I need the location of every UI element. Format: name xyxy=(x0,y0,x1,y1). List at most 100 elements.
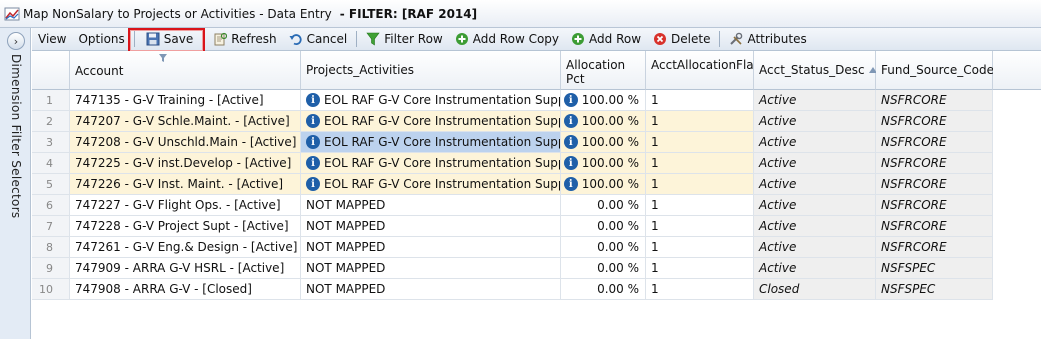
account-cell[interactable]: 747225 - G-V inst.Develop - [Active] xyxy=(70,153,301,174)
row-number-cell: 1 xyxy=(32,90,70,111)
info-icon[interactable]: i xyxy=(306,177,320,191)
table-row[interactable]: 5 747226 - G-V Inst. Maint. - [Active] i EO… xyxy=(32,174,1041,195)
fund-source-code-cell-text: NSFSPEC xyxy=(881,282,936,296)
save-button[interactable]: Save xyxy=(138,29,207,50)
delete-button[interactable]: Delete xyxy=(647,29,716,50)
acct-status-desc-cell-text: Active xyxy=(759,240,797,254)
projects-activities-cell[interactable]: i EOL RAF G-V Core Instrumentation Suppo xyxy=(301,174,561,195)
info-icon[interactable]: i xyxy=(306,114,320,128)
add-row-button[interactable]: Add Row xyxy=(565,29,647,50)
info-icon[interactable]: i xyxy=(563,135,578,149)
allocation-pct-cell[interactable]: i 100.00 % xyxy=(561,132,646,153)
allocation-pct-cell[interactable]: 0.00 % xyxy=(561,279,646,300)
projects-activities-cell[interactable]: NOT MAPPED xyxy=(301,258,561,279)
account-cell[interactable]: 747227 - G-V Flight Ops. - [Active] xyxy=(70,195,301,216)
account-cell[interactable]: 747909 - ARRA G-V HSRL - [Active] xyxy=(70,258,301,279)
column-header-projects-activities[interactable]: Projects_Activities xyxy=(301,51,561,90)
fund-source-code-cell: NSFRCORE xyxy=(876,174,993,195)
allocation-pct-cell[interactable]: 0.00 % xyxy=(561,258,646,279)
projects-activities-cell[interactable]: i EOL RAF G-V Core Instrumentation Suppo xyxy=(301,132,561,153)
acct-allocation-flag-cell[interactable]: 1 xyxy=(646,216,754,237)
table-row[interactable]: 3 747208 - G-V Unschld.Main - [Active] i EO… xyxy=(32,132,1041,153)
allocation-pct-cell[interactable]: 0.00 % xyxy=(561,216,646,237)
acct-allocation-flag-cell[interactable]: 1 xyxy=(646,111,754,132)
projects-activities-cell[interactable]: NOT MAPPED xyxy=(301,237,561,258)
info-icon[interactable]: i xyxy=(306,93,320,107)
info-icon[interactable]: i xyxy=(306,135,320,149)
column-header-account[interactable]: Account xyxy=(70,51,301,90)
acct-allocation-flag-cell[interactable]: 1 xyxy=(646,279,754,300)
refresh-button[interactable]: Refresh xyxy=(207,29,282,50)
table-row[interactable]: 1 747135 - G-V Training - [Active] i EOL RA… xyxy=(32,90,1041,111)
projects-activities-cell[interactable]: i EOL RAF G-V Core Instrumentation Suppo xyxy=(301,90,561,111)
acct-allocation-flag-cell[interactable]: 1 xyxy=(646,237,754,258)
acct-allocation-flag-cell[interactable]: 1 xyxy=(646,195,754,216)
projects-activities-cell-text: EOL RAF G-V Core Instrumentation Suppo xyxy=(324,114,561,128)
acct-allocation-flag-cell[interactable]: 1 xyxy=(646,258,754,279)
projects-activities-cell[interactable]: NOT MAPPED xyxy=(301,279,561,300)
side-panel-label[interactable]: Dimension Filter Selectors xyxy=(9,54,23,218)
options-label: Options xyxy=(78,32,125,46)
account-cell[interactable]: 747261 - G-V Eng.& Design - [Active] xyxy=(70,237,301,258)
account-cell-text: 747228 - G-V Project Supt - [Active] xyxy=(75,219,289,233)
account-cell[interactable]: 747208 - G-V Unschld.Main - [Active] xyxy=(70,132,301,153)
table-row[interactable]: 4 747225 - G-V inst.Develop - [Active] i EO… xyxy=(32,153,1041,174)
account-cell[interactable]: 747908 - ARRA G-V - [Closed] xyxy=(70,279,301,300)
acct-allocation-flag-cell[interactable]: 1 xyxy=(646,174,754,195)
projects-activities-cell[interactable]: i EOL RAF G-V Core Instrumentation Suppo xyxy=(301,111,561,132)
acct-allocation-flag-cell[interactable]: 1 xyxy=(646,90,754,111)
info-icon[interactable]: i xyxy=(306,156,320,170)
allocation-pct-cell[interactable]: i 100.00 % xyxy=(561,174,646,195)
title-bar: Map NonSalary to Projects or Activities … xyxy=(0,0,1041,28)
filter-row-button[interactable]: Filter Row xyxy=(360,29,449,50)
acct-allocation-flag-cell[interactable]: 1 xyxy=(646,132,754,153)
projects-activities-cell[interactable]: NOT MAPPED xyxy=(301,195,561,216)
row-number-cell: 7 xyxy=(32,216,70,237)
filter-indicator-icon xyxy=(159,54,167,62)
allocation-pct-cell[interactable]: i 100.00 % xyxy=(561,90,646,111)
row-number-cell: 4 xyxy=(32,153,70,174)
table-row[interactable]: 2 747207 - G-V Schle.Maint. - [Active] i EO… xyxy=(32,111,1041,132)
table-row[interactable]: 10 747908 - ARRA G-V - [Closed] NOT MAPPED… xyxy=(32,279,1041,300)
view-menu[interactable]: View xyxy=(32,29,72,50)
allocation-pct-cell[interactable]: i 100.00 % xyxy=(561,153,646,174)
projects-activities-cell[interactable]: i EOL RAF G-V Core Instrumentation Suppo xyxy=(301,153,561,174)
allocation-pct-cell-text: 0.00 % xyxy=(597,240,639,254)
table-row[interactable]: 7 747228 - G-V Project Supt - [Active] NOT… xyxy=(32,216,1041,237)
info-icon[interactable]: i xyxy=(563,114,578,128)
projects-activities-cell[interactable]: NOT MAPPED xyxy=(301,216,561,237)
column-header-fund-source-code[interactable]: Fund_Source_Code xyxy=(876,51,994,90)
info-icon[interactable]: i xyxy=(563,156,578,170)
allocation-pct-cell[interactable]: i 100.00 % xyxy=(561,111,646,132)
allocation-pct-cell[interactable]: 0.00 % xyxy=(561,195,646,216)
table-row[interactable]: 9 747909 - ARRA G-V HSRL - [Active] NOT MA… xyxy=(32,258,1041,279)
account-cell[interactable]: 747228 - G-V Project Supt - [Active] xyxy=(70,216,301,237)
account-cell[interactable]: 747226 - G-V Inst. Maint. - [Active] xyxy=(70,174,301,195)
acct-allocation-flag-cell-text: 1 xyxy=(651,177,659,191)
account-header-label: Account xyxy=(75,64,124,78)
options-menu[interactable]: Options xyxy=(72,29,130,50)
column-header-acct-status-desc[interactable]: Acct_Status_Desc xyxy=(754,51,877,90)
cancel-button[interactable]: Cancel xyxy=(283,29,354,50)
attributes-label: Attributes xyxy=(747,32,807,46)
expand-panel-button[interactable]: › xyxy=(7,32,25,50)
acct-status-desc-cell: Active xyxy=(754,258,876,279)
account-cell-text: 747909 - ARRA G-V HSRL - [Active] xyxy=(75,261,285,275)
account-cell[interactable]: 747207 - G-V Schle.Maint. - [Active] xyxy=(70,111,301,132)
projects-activities-cell-text: EOL RAF G-V Core Instrumentation Suppo xyxy=(324,93,561,107)
column-header-acct-allocation-flag[interactable]: AcctAllocationFlag xyxy=(646,51,761,90)
tools-wrench-icon xyxy=(730,32,743,45)
account-cell[interactable]: 747135 - G-V Training - [Active] xyxy=(70,90,301,111)
info-icon[interactable]: i xyxy=(563,177,578,191)
column-header-allocation-pct[interactable]: Allocation Pct xyxy=(561,51,646,90)
row-number-header xyxy=(32,51,70,90)
add-row-copy-button[interactable]: Add Row Copy xyxy=(449,29,565,50)
fund-source-code-cell: NSFRCORE xyxy=(876,195,993,216)
table-row[interactable]: 6 747227 - G-V Flight Ops. - [Active] NOT … xyxy=(32,195,1041,216)
acct-allocation-flag-cell[interactable]: 1 xyxy=(646,153,754,174)
allocation-pct-cell[interactable]: 0.00 % xyxy=(561,237,646,258)
info-icon[interactable]: i xyxy=(563,93,578,107)
attributes-button[interactable]: Attributes xyxy=(723,29,812,50)
acct-status-desc-cell: Active xyxy=(754,195,876,216)
table-row[interactable]: 8 747261 - G-V Eng.& Design - [Active] NOT… xyxy=(32,237,1041,258)
